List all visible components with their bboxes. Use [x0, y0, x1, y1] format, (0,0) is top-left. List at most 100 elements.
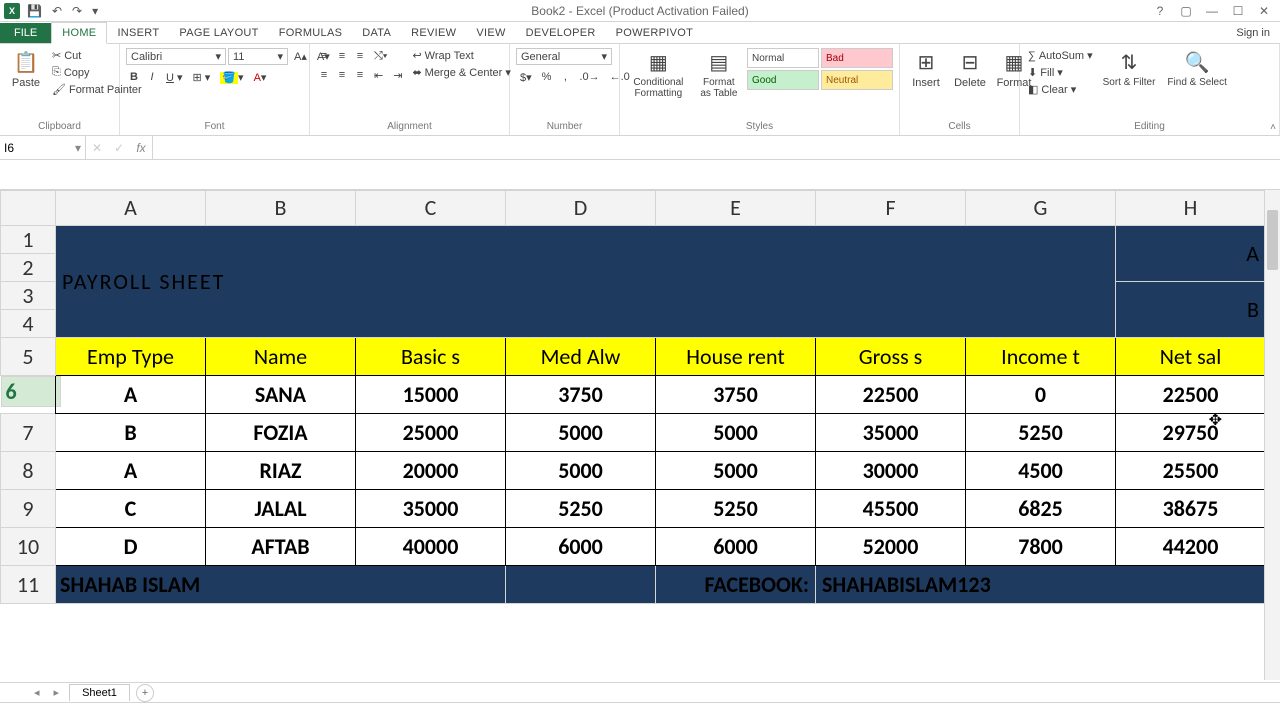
align-top-button[interactable]: ≡	[316, 48, 332, 65]
cancel-formula-icon[interactable]: ✕	[86, 141, 108, 155]
cell-F8[interactable]: 30000	[816, 451, 966, 489]
hdr-medalw[interactable]: Med Alw	[506, 337, 656, 375]
cell-B7[interactable]: FOZIA	[206, 413, 356, 451]
tab-insert[interactable]: INSERT	[107, 23, 169, 43]
sheet-nav-next[interactable]: ▸	[50, 686, 64, 699]
hdr-income[interactable]: Income t	[966, 337, 1116, 375]
new-sheet-button[interactable]: +	[136, 684, 154, 702]
vertical-scrollbar[interactable]	[1264, 190, 1280, 680]
cell-D7[interactable]: 5000	[506, 413, 656, 451]
bold-button[interactable]: B	[126, 69, 142, 86]
cell-H8[interactable]: 25500	[1116, 451, 1266, 489]
comma-button[interactable]: ,	[557, 69, 573, 86]
row-8[interactable]: 8	[1, 451, 56, 489]
col-F[interactable]: F	[816, 191, 966, 226]
cell-D6[interactable]: 3750	[506, 375, 656, 413]
cell-C8[interactable]: 20000	[356, 451, 506, 489]
col-E[interactable]: E	[656, 191, 816, 226]
cell-A10[interactable]: D	[56, 527, 206, 565]
align-left-button[interactable]: ≡	[316, 67, 332, 84]
col-C[interactable]: C	[356, 191, 506, 226]
increase-font-button[interactable]: A▴	[290, 48, 311, 65]
cell-G10[interactable]: 7800	[966, 527, 1116, 565]
orientation-button[interactable]: ⤭▾	[370, 48, 391, 65]
cell-E8[interactable]: 5000	[656, 451, 816, 489]
minimize-icon[interactable]: —	[1200, 4, 1224, 18]
cell-A9[interactable]: C	[56, 489, 206, 527]
cell-E6[interactable]: 3750	[656, 375, 816, 413]
align-right-button[interactable]: ≡	[352, 67, 368, 84]
ribbon-options-icon[interactable]: ▢	[1174, 4, 1198, 18]
font-size-select[interactable]: 11▾	[228, 48, 288, 65]
increase-indent-button[interactable]: ⇥	[389, 67, 406, 84]
hdr-name[interactable]: Name	[206, 337, 356, 375]
font-name-select[interactable]: Calibri▾	[126, 48, 226, 65]
cell-C10[interactable]: 40000	[356, 527, 506, 565]
decrease-indent-button[interactable]: ⇤	[370, 67, 387, 84]
rate-a-label[interactable]: A	[1116, 225, 1266, 281]
italic-button[interactable]: I	[144, 69, 160, 86]
tab-formulas[interactable]: FORMULAS	[269, 23, 353, 43]
row-7[interactable]: 7	[1, 413, 56, 451]
cell-D9[interactable]: 5250	[506, 489, 656, 527]
cell-C6[interactable]: 15000	[356, 375, 506, 413]
border-button[interactable]: ⊞ ▾	[189, 69, 215, 86]
cell-G6[interactable]: 0	[966, 375, 1116, 413]
paste-button[interactable]: 📋Paste	[6, 48, 46, 91]
style-good[interactable]: Good	[747, 70, 819, 90]
hdr-emptype[interactable]: Emp Type	[56, 337, 206, 375]
cell-A6[interactable]: A	[56, 375, 206, 413]
qat-undo-icon[interactable]: ↶	[49, 4, 65, 18]
style-normal[interactable]: Normal	[747, 48, 819, 68]
row-10[interactable]: 10	[1, 527, 56, 565]
enter-formula-icon[interactable]: ✓	[108, 141, 130, 155]
font-color-button[interactable]: A▾	[250, 69, 271, 86]
row-6[interactable]: 6	[1, 376, 61, 407]
merge-center-button[interactable]: ⬌Merge & Center ▾	[410, 65, 512, 80]
align-center-button[interactable]: ≡	[334, 67, 350, 84]
rate-b-label[interactable]: B	[1116, 281, 1266, 337]
cell-C9[interactable]: 35000	[356, 489, 506, 527]
tab-data[interactable]: DATA	[352, 23, 401, 43]
fill-button[interactable]: ⬇Fill ▾	[1026, 65, 1095, 80]
sign-in-link[interactable]: Sign in	[1226, 23, 1280, 43]
cell-H6[interactable]: 22500	[1116, 375, 1266, 413]
tab-view[interactable]: VIEW	[466, 23, 515, 43]
hdr-gross[interactable]: Gross s	[816, 337, 966, 375]
hdr-netsal[interactable]: Net sal	[1116, 337, 1266, 375]
cell-E9[interactable]: 5250	[656, 489, 816, 527]
cell-D8[interactable]: 5000	[506, 451, 656, 489]
col-G[interactable]: G	[966, 191, 1116, 226]
col-B[interactable]: B	[206, 191, 356, 226]
sheet-title[interactable]: PAYROLL SHEET	[56, 225, 1116, 337]
conditional-formatting-button[interactable]: ▦Conditional Formatting	[626, 48, 691, 101]
tab-review[interactable]: REVIEW	[401, 23, 466, 43]
cell-F7[interactable]: 35000	[816, 413, 966, 451]
cell-B6[interactable]: SANA	[206, 375, 356, 413]
align-bottom-button[interactable]: ≡	[352, 48, 368, 65]
footer-fb-id[interactable]: SHAHABISLAM123	[816, 565, 1266, 603]
cell-B9[interactable]: JALAL	[206, 489, 356, 527]
hdr-basic[interactable]: Basic s	[356, 337, 506, 375]
style-bad[interactable]: Bad	[821, 48, 893, 68]
row-4[interactable]: 4	[1, 309, 56, 337]
cell-G7[interactable]: 5250	[966, 413, 1116, 451]
col-A[interactable]: A	[56, 191, 206, 226]
number-format-select[interactable]: General▾	[516, 48, 612, 65]
row-2[interactable]: 2	[1, 253, 56, 281]
currency-button[interactable]: $▾	[516, 69, 536, 86]
cell-F9[interactable]: 45500	[816, 489, 966, 527]
row-11[interactable]: 11	[1, 565, 56, 603]
autosum-button[interactable]: ∑AutoSum ▾	[1026, 48, 1095, 63]
clear-button[interactable]: ◧Clear ▾	[1026, 82, 1095, 97]
cell-styles-gallery[interactable]: Normal Bad Good Neutral	[747, 48, 893, 90]
fx-icon[interactable]: fx	[130, 141, 152, 155]
cell-H7[interactable]: 29750	[1116, 413, 1266, 451]
insert-cells-button[interactable]: ⊞Insert	[906, 48, 946, 91]
row-5[interactable]: 5	[1, 337, 56, 375]
cell-E7[interactable]: 5000	[656, 413, 816, 451]
qat-customize-icon[interactable]: ▾	[89, 4, 101, 18]
select-all-corner[interactable]	[1, 191, 56, 226]
formula-input[interactable]	[153, 136, 1280, 159]
cell-H9[interactable]: 38675	[1116, 489, 1266, 527]
